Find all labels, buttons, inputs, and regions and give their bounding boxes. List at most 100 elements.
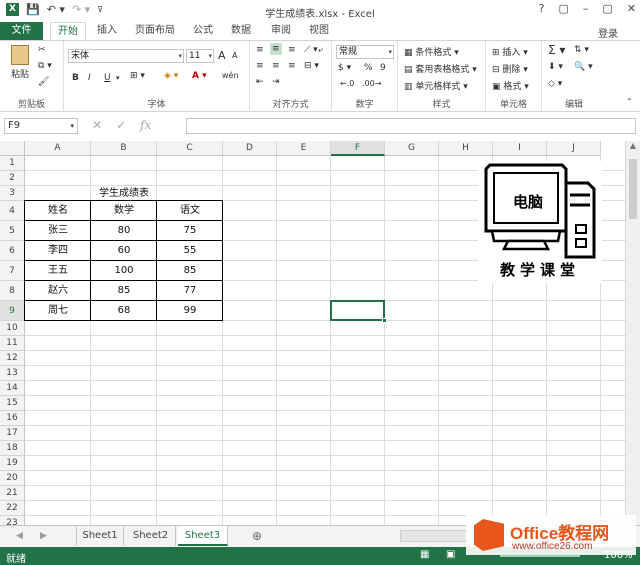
zoom-slider[interactable]: [500, 555, 580, 557]
table-cell[interactable]: 85: [91, 281, 157, 301]
row-header-21[interactable]: 21: [0, 486, 25, 501]
insert-function-icon[interactable]: fx: [140, 118, 151, 132]
delete-cells-button[interactable]: ⊟ 删除 ▾: [492, 62, 528, 75]
normal-view-icon[interactable]: ▦: [420, 549, 429, 560]
table-title[interactable]: 学生成绩表: [25, 186, 223, 201]
tab-review[interactable]: 审阅: [266, 22, 296, 40]
column-header-d[interactable]: D: [223, 141, 277, 156]
clear-icon[interactable]: ◇ ▾: [548, 79, 562, 89]
row-header-5[interactable]: 5: [0, 221, 25, 241]
vertical-scrollbar[interactable]: ▲: [625, 141, 640, 525]
row-header-20[interactable]: 20: [0, 471, 25, 486]
page-layout-view-icon[interactable]: ▣: [446, 549, 455, 560]
formula-input[interactable]: [186, 118, 636, 134]
table-cell[interactable]: 75: [157, 221, 223, 241]
grow-font-icon[interactable]: A: [218, 49, 226, 62]
worksheet-grid[interactable]: A B C D E F G H I J 1 2 3 4 5 6 7 8 9 10 11 12 13 14 15 16 17 18 19 2…: [0, 141, 640, 525]
format-cells-button[interactable]: ▣ 格式 ▾: [492, 79, 529, 92]
tab-data[interactable]: 数据: [226, 22, 256, 40]
scroll-up-icon[interactable]: ▲: [626, 141, 640, 150]
column-header-i[interactable]: I: [493, 141, 547, 156]
sheet-tab-2[interactable]: Sheet2: [126, 526, 176, 546]
row-header-7[interactable]: 7: [0, 261, 25, 281]
row-header-22[interactable]: 22: [0, 501, 25, 516]
underline-dropdown-icon[interactable]: ▾: [116, 74, 120, 82]
italic-button[interactable]: I: [88, 73, 91, 83]
sort-filter-icon[interactable]: ⇅ ▾: [574, 45, 589, 55]
table-header-cell[interactable]: 数学: [91, 201, 157, 221]
align-right-icon[interactable]: ≡: [288, 61, 296, 71]
row-header-15[interactable]: 15: [0, 396, 25, 411]
login-link[interactable]: 登录: [598, 25, 618, 40]
add-sheet-icon[interactable]: ⊕: [252, 529, 262, 543]
table-cell[interactable]: 55: [157, 241, 223, 261]
percent-button[interactable]: %: [364, 63, 373, 73]
align-middle-icon[interactable]: ≡: [270, 43, 282, 55]
row-header-11[interactable]: 11: [0, 336, 25, 351]
select-all-corner[interactable]: [0, 141, 25, 156]
column-header-g[interactable]: G: [385, 141, 439, 156]
column-header-f[interactable]: F: [331, 141, 385, 156]
row-header-9[interactable]: 9: [0, 301, 25, 321]
align-bottom-icon[interactable]: ≡: [288, 45, 296, 55]
next-sheet-icon[interactable]: ▶: [40, 531, 47, 541]
column-header-c[interactable]: C: [157, 141, 223, 156]
table-cell[interactable]: 周七: [25, 301, 91, 321]
table-header-cell[interactable]: 语文: [157, 201, 223, 221]
format-as-table-button[interactable]: ▤ 套用表格格式 ▾: [404, 62, 477, 75]
orientation-icon[interactable]: ⟋ ▾: [304, 45, 318, 55]
tab-view[interactable]: 视图: [304, 22, 334, 40]
increase-indent-icon[interactable]: ⇥: [272, 77, 280, 87]
align-left-icon[interactable]: ≡: [256, 61, 264, 71]
row-header-17[interactable]: 17: [0, 426, 25, 441]
column-header-b[interactable]: B: [91, 141, 157, 156]
name-box[interactable]: F9 ▾: [4, 118, 78, 134]
fill-icon[interactable]: ⬇ ▾: [548, 62, 563, 72]
row-header-13[interactable]: 13: [0, 366, 25, 381]
tab-formulas[interactable]: 公式: [188, 22, 218, 40]
align-top-icon[interactable]: ≡: [256, 45, 264, 55]
row-header-4[interactable]: 4: [0, 201, 25, 221]
sheet-tab-1[interactable]: Sheet1: [76, 526, 124, 546]
font-size-combo[interactable]: 11 ▾: [186, 49, 214, 63]
table-cell[interactable]: 王五: [25, 261, 91, 281]
row-header-12[interactable]: 12: [0, 351, 25, 366]
insert-cells-button[interactable]: ⊞ 插入 ▾: [492, 45, 528, 58]
active-cell-f9[interactable]: [330, 300, 385, 321]
column-header-a[interactable]: A: [25, 141, 91, 156]
fill-handle[interactable]: [382, 318, 387, 323]
border-icon[interactable]: ⊞ ▾: [130, 71, 145, 81]
increase-decimal-icon[interactable]: ←.0: [340, 79, 354, 88]
copy-icon[interactable]: ⧉ ▾: [38, 61, 52, 71]
tab-page-layout[interactable]: 页面布局: [130, 22, 180, 40]
computer-logo-picture[interactable]: 电脑 教学课堂: [478, 161, 602, 283]
align-center-icon[interactable]: ≡: [272, 61, 280, 71]
font-color-icon[interactable]: A ▾: [192, 71, 207, 81]
close-icon[interactable]: ✕: [627, 2, 636, 15]
table-cell[interactable]: 60: [91, 241, 157, 261]
table-cell[interactable]: 张三: [25, 221, 91, 241]
shrink-font-icon[interactable]: A: [232, 51, 237, 60]
scroll-thumb[interactable]: [629, 159, 637, 219]
tab-home[interactable]: 开始: [50, 22, 86, 40]
comma-button[interactable]: 9: [380, 63, 386, 73]
table-cell[interactable]: 99: [157, 301, 223, 321]
table-cell[interactable]: 77: [157, 281, 223, 301]
tab-file[interactable]: 文件: [0, 22, 43, 40]
decrease-indent-icon[interactable]: ⇤: [256, 77, 264, 87]
column-header-h[interactable]: H: [439, 141, 493, 156]
cancel-icon[interactable]: ✕: [92, 118, 102, 132]
row-header-16[interactable]: 16: [0, 411, 25, 426]
format-painter-icon[interactable]: 🖌: [38, 77, 49, 87]
row-header-2[interactable]: 2: [0, 171, 25, 186]
enter-icon[interactable]: ✓: [116, 118, 126, 132]
phonetic-icon[interactable]: wén: [222, 71, 239, 80]
ribbon-display-icon[interactable]: ▢: [558, 2, 568, 15]
table-cell[interactable]: 85: [157, 261, 223, 281]
row-header-6[interactable]: 6: [0, 241, 25, 261]
table-cell[interactable]: 80: [91, 221, 157, 241]
currency-icon[interactable]: $ ▾: [338, 63, 351, 73]
row-header-3[interactable]: 3: [0, 186, 25, 201]
underline-button[interactable]: U: [104, 73, 111, 83]
collapse-ribbon-icon[interactable]: ⌃: [626, 97, 633, 106]
